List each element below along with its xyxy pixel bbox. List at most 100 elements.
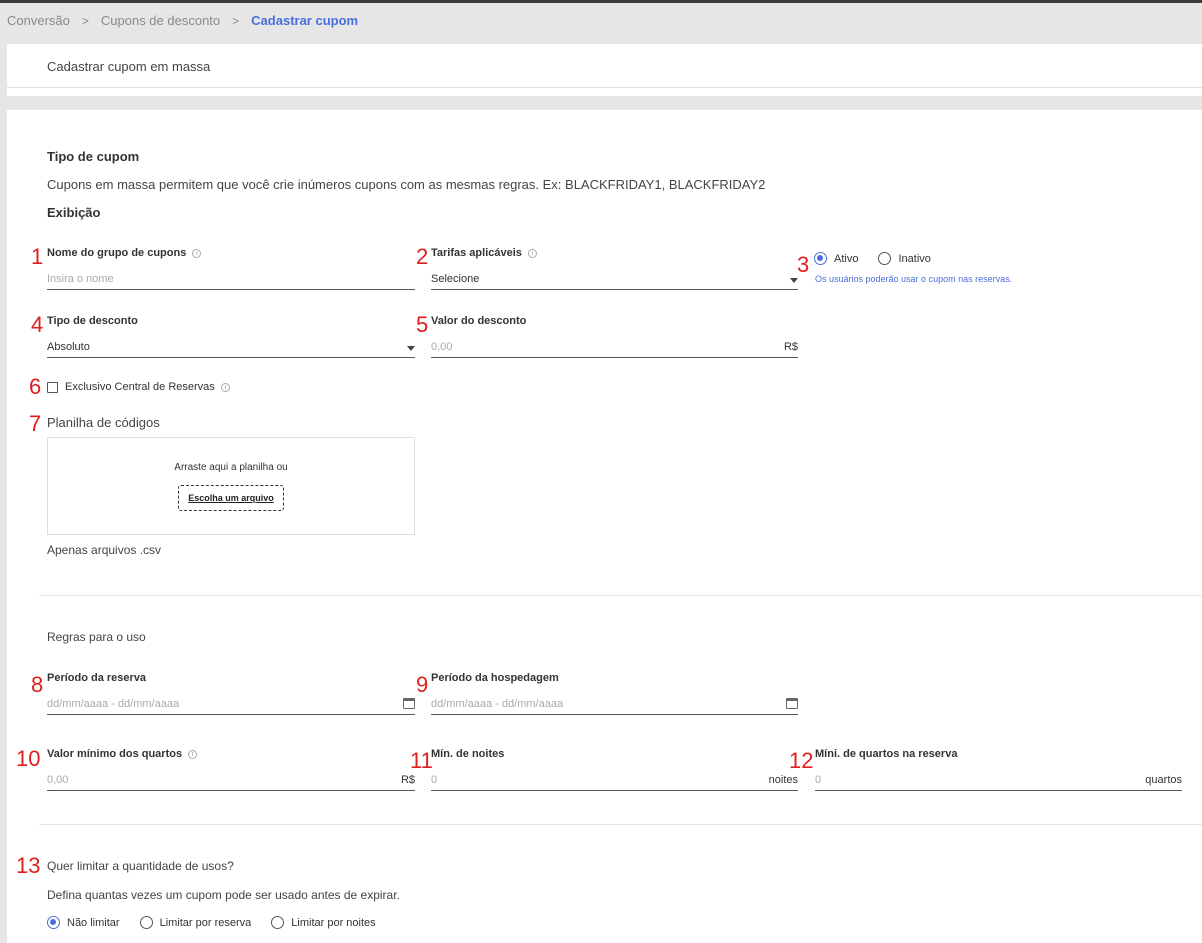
valor-minimo-input[interactable]: 0,00 R$ [47, 771, 415, 791]
tipo-desconto-label-text: Tipo de desconto [47, 315, 138, 327]
currency-suffix: R$ [783, 341, 798, 353]
calendar-icon[interactable] [786, 698, 798, 709]
min-quartos-label: Míni. de quartos na reserva [815, 748, 957, 760]
annotation-number-1: 1 [31, 244, 44, 269]
limite-radio-group: Não limitar Limitar por reserva Limitar … [47, 916, 396, 929]
divider [39, 824, 1202, 825]
limite-option-por-noites[interactable]: Limitar por noites [271, 916, 376, 929]
exclusivo-label: Exclusivo Central de Reservas [65, 381, 215, 393]
info-icon[interactable]: i [192, 248, 202, 258]
chevron-right-icon: > [81, 13, 89, 28]
min-noites-input[interactable]: 0 noites [431, 771, 798, 791]
limite-option-nao-limitar[interactable]: Não limitar [47, 916, 120, 929]
planilha-label: Planilha de códigos [47, 415, 160, 430]
nome-grupo-label-text: Nome do grupo de cupons [47, 247, 187, 259]
annotation-number-5: 5 [416, 312, 429, 337]
periodo-hospedagem-input[interactable]: dd/mm/aaaa - dd/mm/aaaa [431, 695, 798, 715]
limite-description: Defina quantas vezes um cupom pode ser u… [47, 888, 400, 902]
annotation-number-4: 4 [31, 312, 44, 337]
status-ativo-label: Ativo [834, 252, 859, 265]
currency-suffix: R$ [400, 774, 415, 786]
periodo-reserva-placeholder: dd/mm/aaaa - dd/mm/aaaa [47, 698, 180, 710]
divider [39, 595, 1202, 596]
status-option-ativo[interactable]: Ativo [814, 252, 858, 265]
noites-suffix: noites [768, 774, 798, 786]
valor-desconto-input[interactable]: 0,00 R$ [431, 338, 798, 358]
annotation-number-6: 6 [29, 374, 42, 399]
tarifas-label: Tarifas aplicáveis i [431, 247, 537, 259]
valor-desconto-label: Valor do desconto [431, 315, 526, 327]
status-option-inativo[interactable]: Inativo [878, 252, 931, 265]
file-dropzone[interactable]: Arraste aqui a planilha ou Escolha um ar… [47, 437, 415, 535]
status-hint: Os usuários poderão usar o cupom nas res… [815, 274, 1013, 284]
exclusivo-checkbox-row[interactable]: Exclusivo Central de Reservas i [47, 381, 230, 393]
page-title: Cadastrar cupom em massa [47, 59, 211, 74]
form-panel: Tipo de cupom Cupons em massa permitem q… [7, 110, 1202, 943]
annotation-number-13: 13 [16, 853, 41, 878]
annotation-number-2: 2 [416, 244, 429, 269]
periodo-reserva-label-text: Período da reserva [47, 672, 147, 684]
min-quartos-label-text: Míni. de quartos na reserva [815, 748, 958, 760]
quartos-suffix: quartos [1145, 774, 1182, 786]
tipo-desconto-select[interactable]: Absoluto [47, 338, 415, 358]
min-quartos-input[interactable]: 0 quartos [815, 771, 1182, 791]
annotation-number-11: 11 [410, 748, 433, 773]
periodo-reserva-label: Período da reserva [47, 672, 146, 684]
valor-minimo-placeholder: 0,00 [47, 774, 69, 786]
tipo-desconto-value: Absoluto [47, 341, 90, 353]
tipo-desconto-label: Tipo de desconto [47, 315, 138, 327]
limite-option-por-reserva[interactable]: Limitar por reserva [139, 916, 252, 929]
periodo-reserva-input[interactable]: dd/mm/aaaa - dd/mm/aaaa [47, 695, 415, 715]
header-bar-bottom [7, 88, 1202, 96]
radio-unchecked-icon[interactable] [139, 916, 153, 929]
info-icon[interactable]: i [220, 382, 230, 392]
annotation-number-9: 9 [416, 672, 429, 697]
nome-grupo-placeholder: Insira o nome [47, 273, 114, 285]
dropzone-text: Arraste aqui a planilha ou [174, 462, 288, 473]
tarifas-select-value: Selecione [431, 273, 480, 285]
dropdown-caret-icon [407, 346, 415, 351]
valor-minimo-label: Valor mínimo dos quartos i [47, 748, 198, 760]
file-type-note: Apenas arquivos .csv [47, 543, 162, 557]
breadcrumb-item-conversao[interactable]: Conversão [7, 13, 70, 28]
radio-unchecked-icon[interactable] [878, 252, 892, 265]
periodo-hospedagem-label: Período da hospedagem [431, 672, 559, 684]
section-title-exibicao: Exibição [47, 205, 101, 220]
breadcrumb-current: Cadastrar cupom [251, 13, 359, 28]
radio-checked-icon[interactable] [814, 252, 827, 265]
annotation-number-12: 12 [789, 748, 814, 773]
info-icon[interactable]: i [188, 749, 198, 759]
annotation-number-10: 10 [16, 746, 41, 771]
min-noites-label-text: Mín. de noites [431, 748, 505, 760]
annotation-number-3: 3 [797, 252, 810, 277]
calendar-icon[interactable] [403, 698, 415, 709]
header-bar: Cadastrar cupom em massa [7, 44, 1202, 88]
breadcrumb-item-cupons[interactable]: Cupons de desconto [101, 13, 220, 28]
status-radio-group: Ativo Inativo [814, 252, 951, 265]
section-title-regras: Regras para o uso [47, 630, 146, 644]
info-icon[interactable]: i [527, 248, 537, 258]
limite-option-label: Não limitar [67, 916, 120, 929]
valor-desconto-label-text: Valor do desconto [431, 315, 527, 327]
choose-file-button[interactable]: Escolha um arquivo [178, 485, 284, 511]
nome-grupo-input[interactable]: Insira o nome [47, 270, 415, 290]
status-inativo-label: Inativo [898, 252, 931, 265]
radio-checked-icon[interactable] [47, 916, 60, 929]
limite-option-label: Limitar por noites [291, 916, 376, 929]
valor-minimo-label-text: Valor mínimo dos quartos [47, 748, 183, 760]
min-noites-label: Mín. de noites [431, 748, 504, 760]
annotation-number-8: 8 [31, 672, 44, 697]
checkbox-unchecked-icon[interactable] [47, 381, 58, 393]
section-description: Cupons em massa permitem que você crie i… [47, 177, 766, 192]
annotation-number-7: 7 [29, 411, 42, 436]
valor-desconto-placeholder: 0,00 [431, 341, 453, 353]
section-title-tipo: Tipo de cupom [47, 149, 140, 164]
limite-option-label: Limitar por reserva [159, 916, 252, 929]
periodo-hospedagem-placeholder: dd/mm/aaaa - dd/mm/aaaa [431, 698, 564, 710]
periodo-hospedagem-label-text: Período da hospedagem [431, 672, 559, 684]
tarifas-select[interactable]: Selecione [431, 270, 798, 290]
limite-question: Quer limitar a quantidade de usos? [47, 859, 234, 873]
radio-unchecked-icon[interactable] [271, 916, 285, 929]
nome-grupo-label: Nome do grupo de cupons i [47, 247, 202, 259]
tarifas-label-text: Tarifas aplicáveis [431, 247, 522, 259]
